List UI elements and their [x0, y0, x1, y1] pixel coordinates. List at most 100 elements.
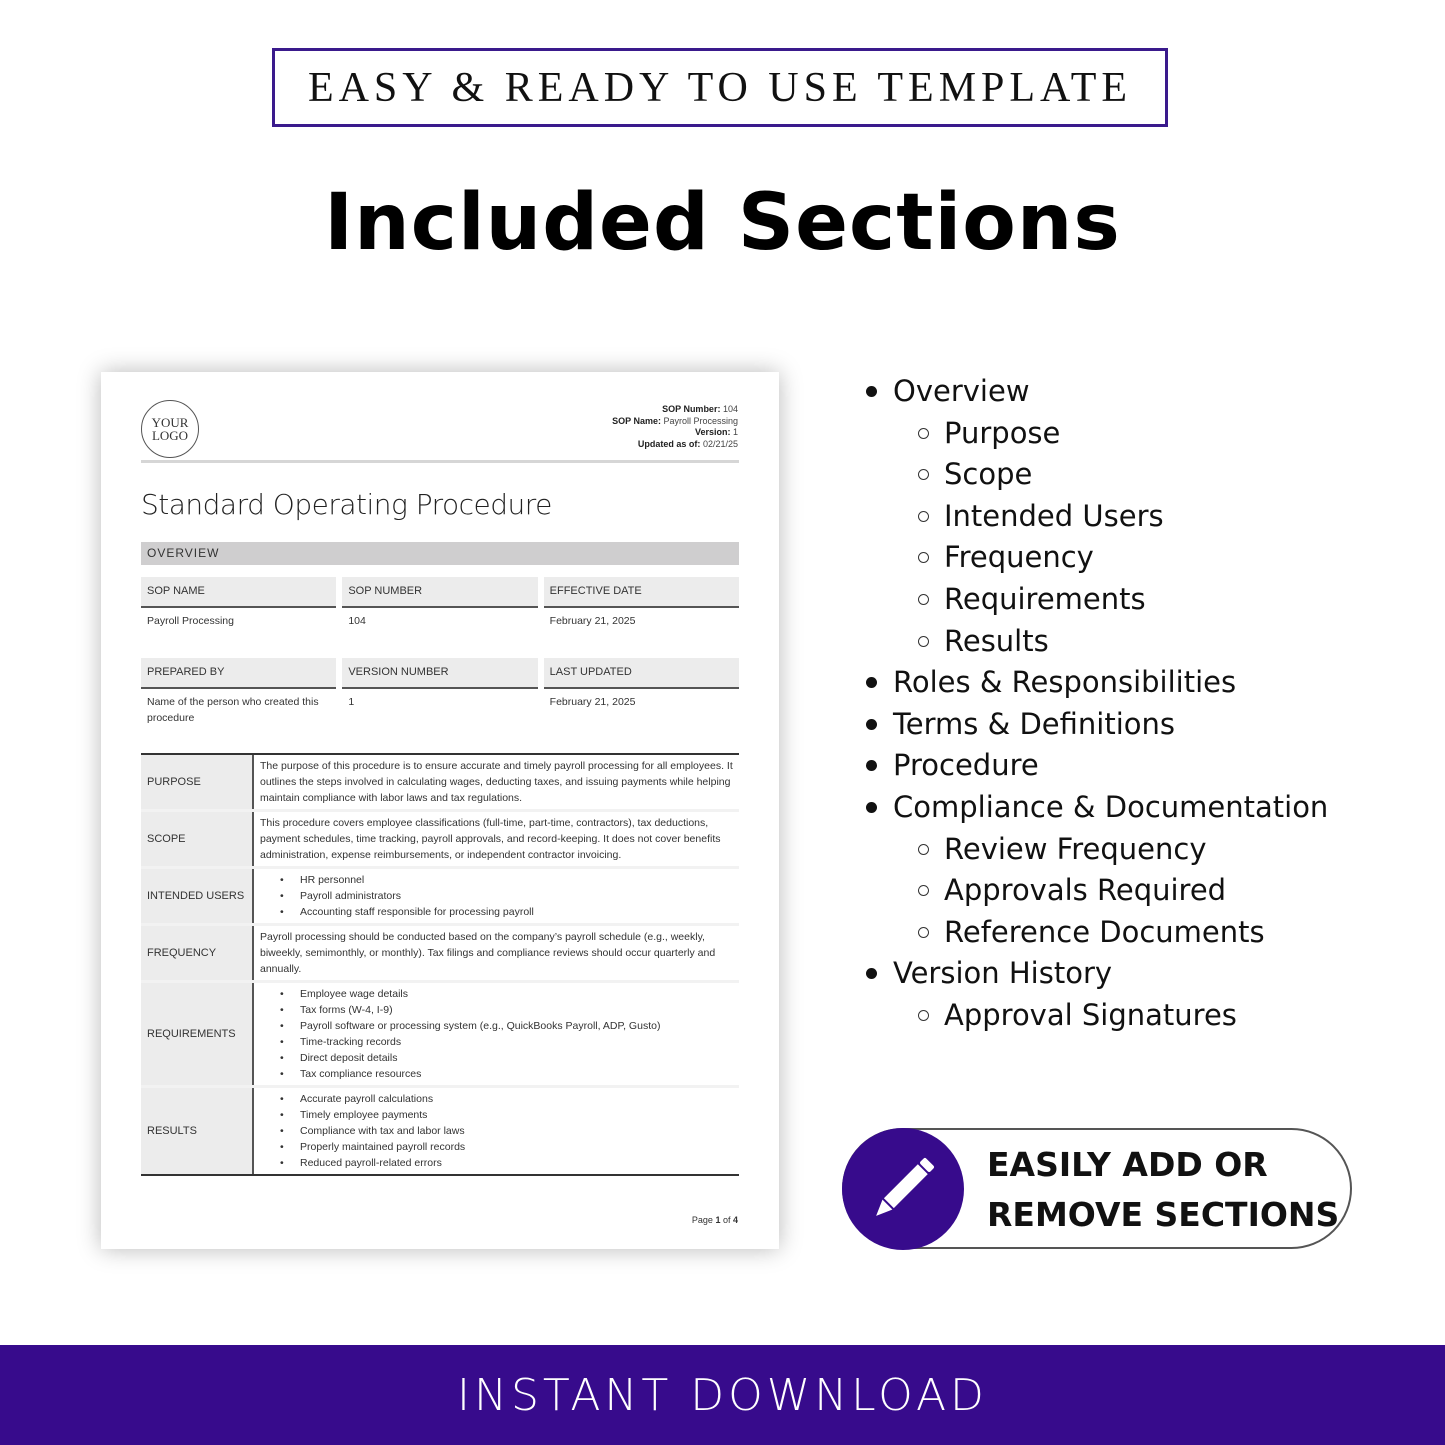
- hollow-bullet-icon: [918, 552, 929, 564]
- bullet-icon: [866, 760, 877, 772]
- meta-label: Updated as of:: [637, 439, 701, 450]
- row-label: REQUIREMENTS: [141, 983, 254, 1085]
- row-label: SCOPE: [141, 812, 254, 866]
- meta-value: 104: [722, 404, 738, 414]
- meta-line: Version: 1: [612, 427, 738, 439]
- footer-text: INSTANT DOWNLOAD: [457, 1369, 988, 1421]
- banner-text: EASY & READY TO USE TEMPLATE: [307, 64, 1133, 111]
- hollow-bullet-icon: [918, 843, 929, 855]
- hollow-bullet-icon: [918, 635, 929, 647]
- meta-value: Payroll Processing: [663, 415, 738, 426]
- section-label: Reference Documents: [944, 914, 1265, 949]
- table-row: RESULTSAccurate payroll calculationsTime…: [141, 1088, 739, 1174]
- section-item: Purpose: [866, 414, 1328, 456]
- bullet-icon: [866, 677, 877, 689]
- grid-cell: SOP NUMBER 104: [342, 577, 538, 636]
- bullet-icon: [866, 718, 877, 730]
- section-label: Frequency: [944, 540, 1094, 575]
- section-label: Intended Users: [944, 498, 1164, 533]
- grid-header: SOP NUMBER: [342, 577, 538, 608]
- list-item: Employee wage details: [280, 986, 733, 1002]
- section-item: Review Frequency: [866, 830, 1328, 872]
- table-row: FREQUENCY Payroll processing should be co…: [141, 926, 739, 983]
- section-item: Procedure: [866, 746, 1328, 788]
- section-label: Results: [944, 623, 1049, 658]
- overview-grid-2: PREPARED BY Name of the person who create…: [141, 658, 739, 732]
- grid-header: PREPARED BY: [141, 658, 337, 689]
- section-label: Requirements: [944, 581, 1146, 616]
- grid-header: LAST UPDATED: [543, 658, 739, 689]
- row-content: HR personnelPayroll administratorsAccoun…: [254, 869, 739, 923]
- section-label: Scope: [944, 457, 1033, 492]
- grid-value: 104: [348, 615, 366, 627]
- row-content: Payroll processing should be conducted b…: [260, 931, 716, 975]
- list-item: Accounting staff responsible for process…: [280, 904, 733, 920]
- section-item: Scope: [866, 455, 1328, 497]
- banner-box: EASY & READY TO USE TEMPLATE: [272, 48, 1168, 127]
- row-content: This procedure covers employee classific…: [260, 817, 721, 861]
- section-item: Reference Documents: [866, 913, 1328, 955]
- section-label: Approval Signatures: [944, 997, 1237, 1032]
- row-label: PURPOSE: [141, 755, 254, 809]
- meta-value: 02/21/25: [702, 439, 738, 450]
- section-bar-overview: OVERVIEW: [141, 542, 739, 565]
- grid-value: 1: [348, 696, 355, 708]
- bullet-icon: [866, 968, 877, 980]
- divider: [141, 460, 739, 463]
- hollow-bullet-icon: [918, 1009, 929, 1021]
- meta-line: Updated as of: 02/21/25: [612, 439, 738, 451]
- section-item: Approvals Required: [866, 871, 1328, 913]
- grid-cell: VERSION NUMBER 1: [342, 658, 538, 732]
- table-row: INTENDED USERSHR personnelPayroll admini…: [141, 869, 739, 926]
- section-label: Purpose: [944, 415, 1061, 450]
- logo-placeholder: YOUR LOGO: [141, 400, 199, 458]
- section-item: Results: [866, 622, 1328, 664]
- list-item: Timely employee payments: [280, 1107, 733, 1123]
- table-row: REQUIREMENTSEmployee wage detailsTax for…: [141, 983, 739, 1088]
- section-item: Intended Users: [866, 497, 1328, 539]
- list-item: Time-tracking records: [280, 1034, 733, 1050]
- list-item: HR personnel: [280, 872, 733, 888]
- meta-label: SOP Number:: [662, 404, 721, 414]
- row-content: Employee wage detailsTax forms (W-4, I-9…: [254, 983, 739, 1085]
- section-label: Approvals Required: [944, 873, 1227, 908]
- section-label: Procedure: [893, 748, 1039, 783]
- grid-cell: SOP NAME Payroll Processing: [141, 577, 337, 636]
- row-label: FREQUENCY: [141, 926, 254, 980]
- document-heading: Standard Operating Procedure: [141, 488, 552, 521]
- list-item: Tax forms (W-4, I-9): [280, 1002, 733, 1018]
- page-number: Page 1 of 4: [691, 1215, 738, 1225]
- section-item: Compliance & Documentation: [866, 788, 1328, 830]
- section-label: Roles & Responsibilities: [893, 665, 1237, 700]
- row-label: INTENDED USERS: [141, 869, 254, 923]
- sections-list: Overview Purpose Scope Intended Users Freque…: [866, 372, 1328, 1038]
- list-item: Accurate payroll calculations: [280, 1091, 733, 1107]
- section-item: Terms & Definitions: [866, 705, 1328, 747]
- grid-value: Name of the person who created this proc…: [147, 696, 319, 724]
- section-label: Review Frequency: [944, 831, 1207, 866]
- grid-cell: EFFECTIVE DATE February 21, 2025: [543, 577, 739, 636]
- bullet-icon: [866, 801, 877, 813]
- section-label: Overview: [893, 374, 1030, 408]
- section-item: Requirements: [866, 580, 1328, 622]
- list-item: Reduced payroll-related errors: [280, 1155, 733, 1171]
- hollow-bullet-icon: [918, 510, 929, 522]
- table-row: PURPOSE The purpose of this procedure is …: [141, 755, 739, 812]
- meta-value: 1: [732, 427, 738, 438]
- hollow-bullet-icon: [918, 926, 929, 938]
- overview-table: PURPOSE The purpose of this procedure is …: [141, 753, 739, 1176]
- bullet-list: HR personnelPayroll administratorsAccoun…: [260, 872, 733, 920]
- section-label: Terms & Definitions: [893, 706, 1175, 741]
- footer-banner: INSTANT DOWNLOAD: [0, 1345, 1445, 1445]
- hollow-bullet-icon: [918, 593, 929, 605]
- grid-header: VERSION NUMBER: [342, 658, 538, 689]
- grid-value: Payroll Processing: [147, 615, 234, 627]
- list-item: Tax compliance resources: [280, 1066, 733, 1082]
- meta-label: Version:: [694, 427, 731, 438]
- section-label: Version History: [893, 956, 1113, 991]
- section-item: Frequency: [866, 538, 1328, 580]
- document-preview: YOUR LOGO SOP Number: 104 SOP Name: Payrol…: [101, 372, 779, 1249]
- grid-value: February 21, 2025: [549, 696, 636, 708]
- list-item: Direct deposit details: [280, 1050, 733, 1066]
- list-item: Payroll administrators: [280, 888, 733, 904]
